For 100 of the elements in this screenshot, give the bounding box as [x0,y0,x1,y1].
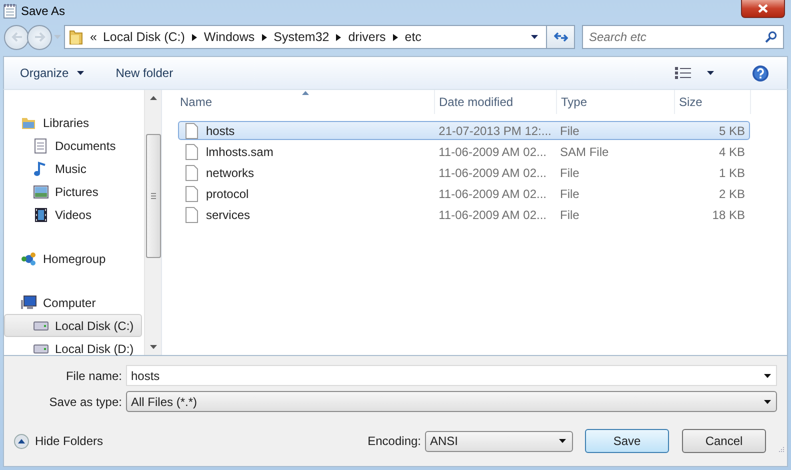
file-name: protocol [206,186,249,200]
sidebar-item[interactable]: Local Disk (D:) [4,337,142,360]
arrow-icon [262,34,267,40]
overflow-chevron[interactable]: « [90,30,97,44]
list-view-icon [675,67,691,79]
document-icon [185,164,198,180]
caret-icon [531,35,538,39]
date-text: 11-06-2009 AM 02... [438,208,546,222]
drive-icon [33,320,49,330]
scrollbar[interactable] [144,90,161,355]
sidebar-item[interactable]: Videos [4,203,142,226]
organize-button[interactable]: Organize [18,64,86,82]
type-text: File [560,166,580,180]
column-header[interactable]: Type [557,90,675,114]
size-text: 2 KB [718,186,745,200]
sidebar-item[interactable]: Computer [4,291,142,314]
caret-icon [764,400,771,404]
date-text: 11-06-2009 AM 02... [438,166,546,180]
encoding-label: Encoding: [368,434,421,448]
grip-icon [150,193,156,199]
down-arrow-icon [150,345,156,349]
file-name: hosts [206,124,235,138]
column-header[interactable]: Date modified [435,90,557,114]
search-icon [765,31,777,43]
document-icon [185,206,198,222]
size-text: 1 KB [718,166,745,180]
drive-icon [33,344,49,354]
file-row[interactable]: protocol 11-06-2009 AM 02... File 2 KB [178,184,750,203]
help-icon [752,64,769,82]
document-icon [185,144,198,160]
notepad-icon [3,3,17,19]
scroll-thumb[interactable] [146,134,160,258]
view-options-button[interactable] [673,65,716,81]
breadcrumb-item[interactable]: drivers [348,30,386,44]
window-title: Save As [21,4,66,18]
type-text: File [560,208,580,222]
column-header[interactable]: Size [675,90,751,114]
left-arrow-icon [10,32,22,42]
documents-icon [33,138,49,154]
document-icon [185,186,198,202]
sidebar-item[interactable]: Music [4,157,142,180]
sidebar-item[interactable]: Documents [4,134,142,157]
document-icon [185,122,198,138]
breadcrumb-item[interactable]: Local Disk (C:) [102,30,185,44]
sidebar-item[interactable]: Local Disk (C:) [4,314,142,337]
cancel-button[interactable]: Cancel [682,429,766,453]
type-text: File [560,186,580,200]
save-button[interactable]: Save [585,429,669,453]
videos-icon [33,206,49,222]
sidebar-item[interactable]: Pictures [4,180,142,203]
sidebar-item[interactable]: Libraries [4,111,142,134]
type-text: File [560,124,580,138]
file-name: services [206,208,250,222]
type-text: SAM File [560,144,609,158]
folder-icon [68,29,84,45]
file-row[interactable]: services 11-06-2009 AM 02... File 18 KB [178,205,750,224]
refresh-button[interactable] [547,25,575,49]
file-row[interactable]: networks 11-06-2009 AM 02... File 1 KB [178,163,750,182]
file-row[interactable]: hosts 21-07-2013 PM 12:... File 5 KB [178,121,750,140]
date-text: 11-06-2009 AM 02... [438,186,546,200]
column-header[interactable]: Name [178,90,435,114]
collapse-icon [14,434,29,448]
size-text: 4 KB [718,144,745,158]
right-arrow-icon [34,32,46,42]
caret-icon [764,374,771,378]
caret-icon [559,439,566,443]
address-bar[interactable]: « Local Disk (C:) Windows System32 drivers etc [64,25,547,49]
hide-folders-button[interactable]: Hide Folders [14,434,104,448]
file-name-field[interactable]: hosts [126,365,777,386]
sidebar-item[interactable]: Homegroup [4,247,142,270]
pictures-icon [33,184,49,200]
save-as-type-dropdown[interactable]: All Files (*.*) [126,391,777,412]
file-name: lmhosts.sam [206,144,274,158]
help-button[interactable] [750,62,771,84]
size-text: 5 KB [718,124,745,138]
search-field[interactable]: Search etc [582,25,784,49]
up-arrow-icon [150,96,156,100]
new-folder-button[interactable]: New folder [114,64,176,82]
breadcrumb-item[interactable]: etc [404,30,422,44]
field-label: Save as type: [48,394,123,408]
breadcrumb-item[interactable]: Windows [204,30,255,44]
size-text: 18 KB [712,208,745,222]
back-button[interactable] [4,24,29,50]
forward-button[interactable] [27,24,52,50]
date-text: 11-06-2009 AM 02... [438,144,546,158]
close-button[interactable] [741,0,785,18]
encoding-dropdown[interactable]: ANSI [425,430,573,452]
breadcrumb-item[interactable]: System32 [274,30,330,44]
computer-icon [21,294,37,310]
file-name: networks [206,166,254,180]
file-row[interactable]: lmhosts.sam 11-06-2009 AM 02... SAM File 4 KB [178,142,750,161]
sort-arrow-icon [302,91,309,95]
arrow-icon [192,34,197,40]
caret-icon [76,71,84,75]
close-icon [758,4,768,13]
field-label: File name: [64,368,123,382]
refresh-icon [554,31,568,43]
arrow-icon [392,34,398,40]
caret-icon [707,71,714,75]
date-text: 21-07-2013 PM 12:... [438,124,552,138]
